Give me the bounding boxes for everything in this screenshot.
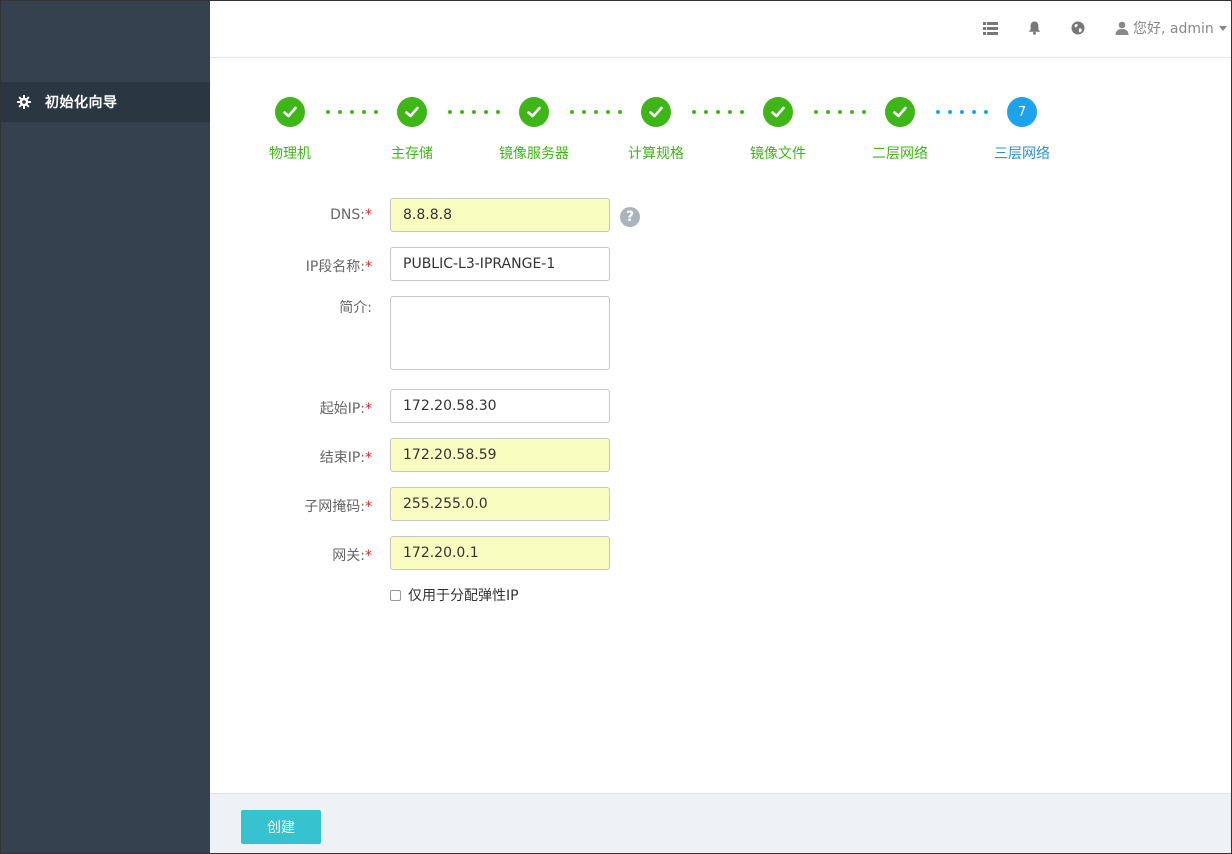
wizard-step-7[interactable]: 7 三层网络 (977, 97, 1067, 163)
gateway-input[interactable] (390, 536, 610, 570)
wizard-step-label: 计算规格 (628, 146, 684, 162)
ip-range-name-label: IP段名称:* (305, 259, 372, 275)
check-icon (519, 97, 549, 127)
wizard-step-3[interactable]: 镜像服务器 (489, 97, 579, 163)
user-greeting: 您好, admin (1133, 21, 1214, 37)
wizard-step-label: 镜像文件 (750, 146, 806, 162)
wizard-step-label: 物理机 (269, 146, 311, 162)
wizard-step-1[interactable]: 物理机 (245, 97, 335, 163)
end-ip-input[interactable] (390, 438, 610, 472)
sidebar-item-init-wizard[interactable]: 初始化向导 (0, 82, 210, 122)
wizard-step-5[interactable]: 镜像文件 (733, 97, 823, 163)
user-icon (1115, 21, 1129, 35)
wizard-step-label: 三层网络 (994, 146, 1050, 162)
end-ip-label: 结束IP:* (319, 450, 372, 466)
start-ip-label: 起始IP:* (319, 401, 372, 417)
check-icon (641, 97, 671, 127)
wizard-step-2[interactable]: 主存储 (367, 97, 457, 163)
wizard-step-6[interactable]: 二层网络 (855, 97, 945, 163)
create-button[interactable]: 创建 (241, 810, 321, 844)
check-icon (763, 97, 793, 127)
user-menu[interactable]: 您好, admin (1115, 18, 1227, 38)
check-icon (275, 97, 305, 127)
description-textarea[interactable] (390, 296, 610, 370)
ip-range-name-input[interactable] (390, 247, 610, 281)
dns-label: DNS:* (330, 207, 372, 223)
wizard-step-label: 二层网络 (872, 146, 928, 162)
sidebar-item-label: 初始化向导 (45, 95, 118, 111)
description-label: 简介: (339, 300, 372, 316)
wizard-step-4[interactable]: 计算规格 (611, 97, 701, 163)
list-icon[interactable] (982, 20, 998, 36)
dns-input[interactable] (390, 198, 610, 232)
wizard-step-label: 镜像服务器 (499, 146, 569, 162)
netmask-input[interactable] (390, 487, 610, 521)
step-number-badge: 7 (1007, 97, 1037, 127)
bell-icon[interactable] (1026, 20, 1042, 36)
netmask-label: 子网掩码:* (304, 499, 372, 515)
gear-icon (17, 95, 31, 109)
check-icon (885, 97, 915, 127)
check-icon (397, 97, 427, 127)
wizard-step-label: 主存储 (391, 146, 433, 162)
gateway-label: 网关:* (332, 548, 372, 564)
help-icon[interactable]: ? (620, 207, 640, 227)
chevron-down-icon (1218, 25, 1227, 31)
eip-only-label: 仅用于分配弹性IP (408, 588, 519, 604)
top-header: 您好, admin (210, 0, 1232, 58)
start-ip-input[interactable] (390, 389, 610, 423)
form-footer: 创建 (210, 793, 1232, 854)
sidebar: 初始化向导 (0, 0, 210, 854)
eip-only-checkbox[interactable] (390, 589, 401, 601)
eip-only-checkbox-row[interactable]: 仅用于分配弹性IP (390, 585, 519, 605)
globe-icon[interactable] (1070, 20, 1086, 36)
